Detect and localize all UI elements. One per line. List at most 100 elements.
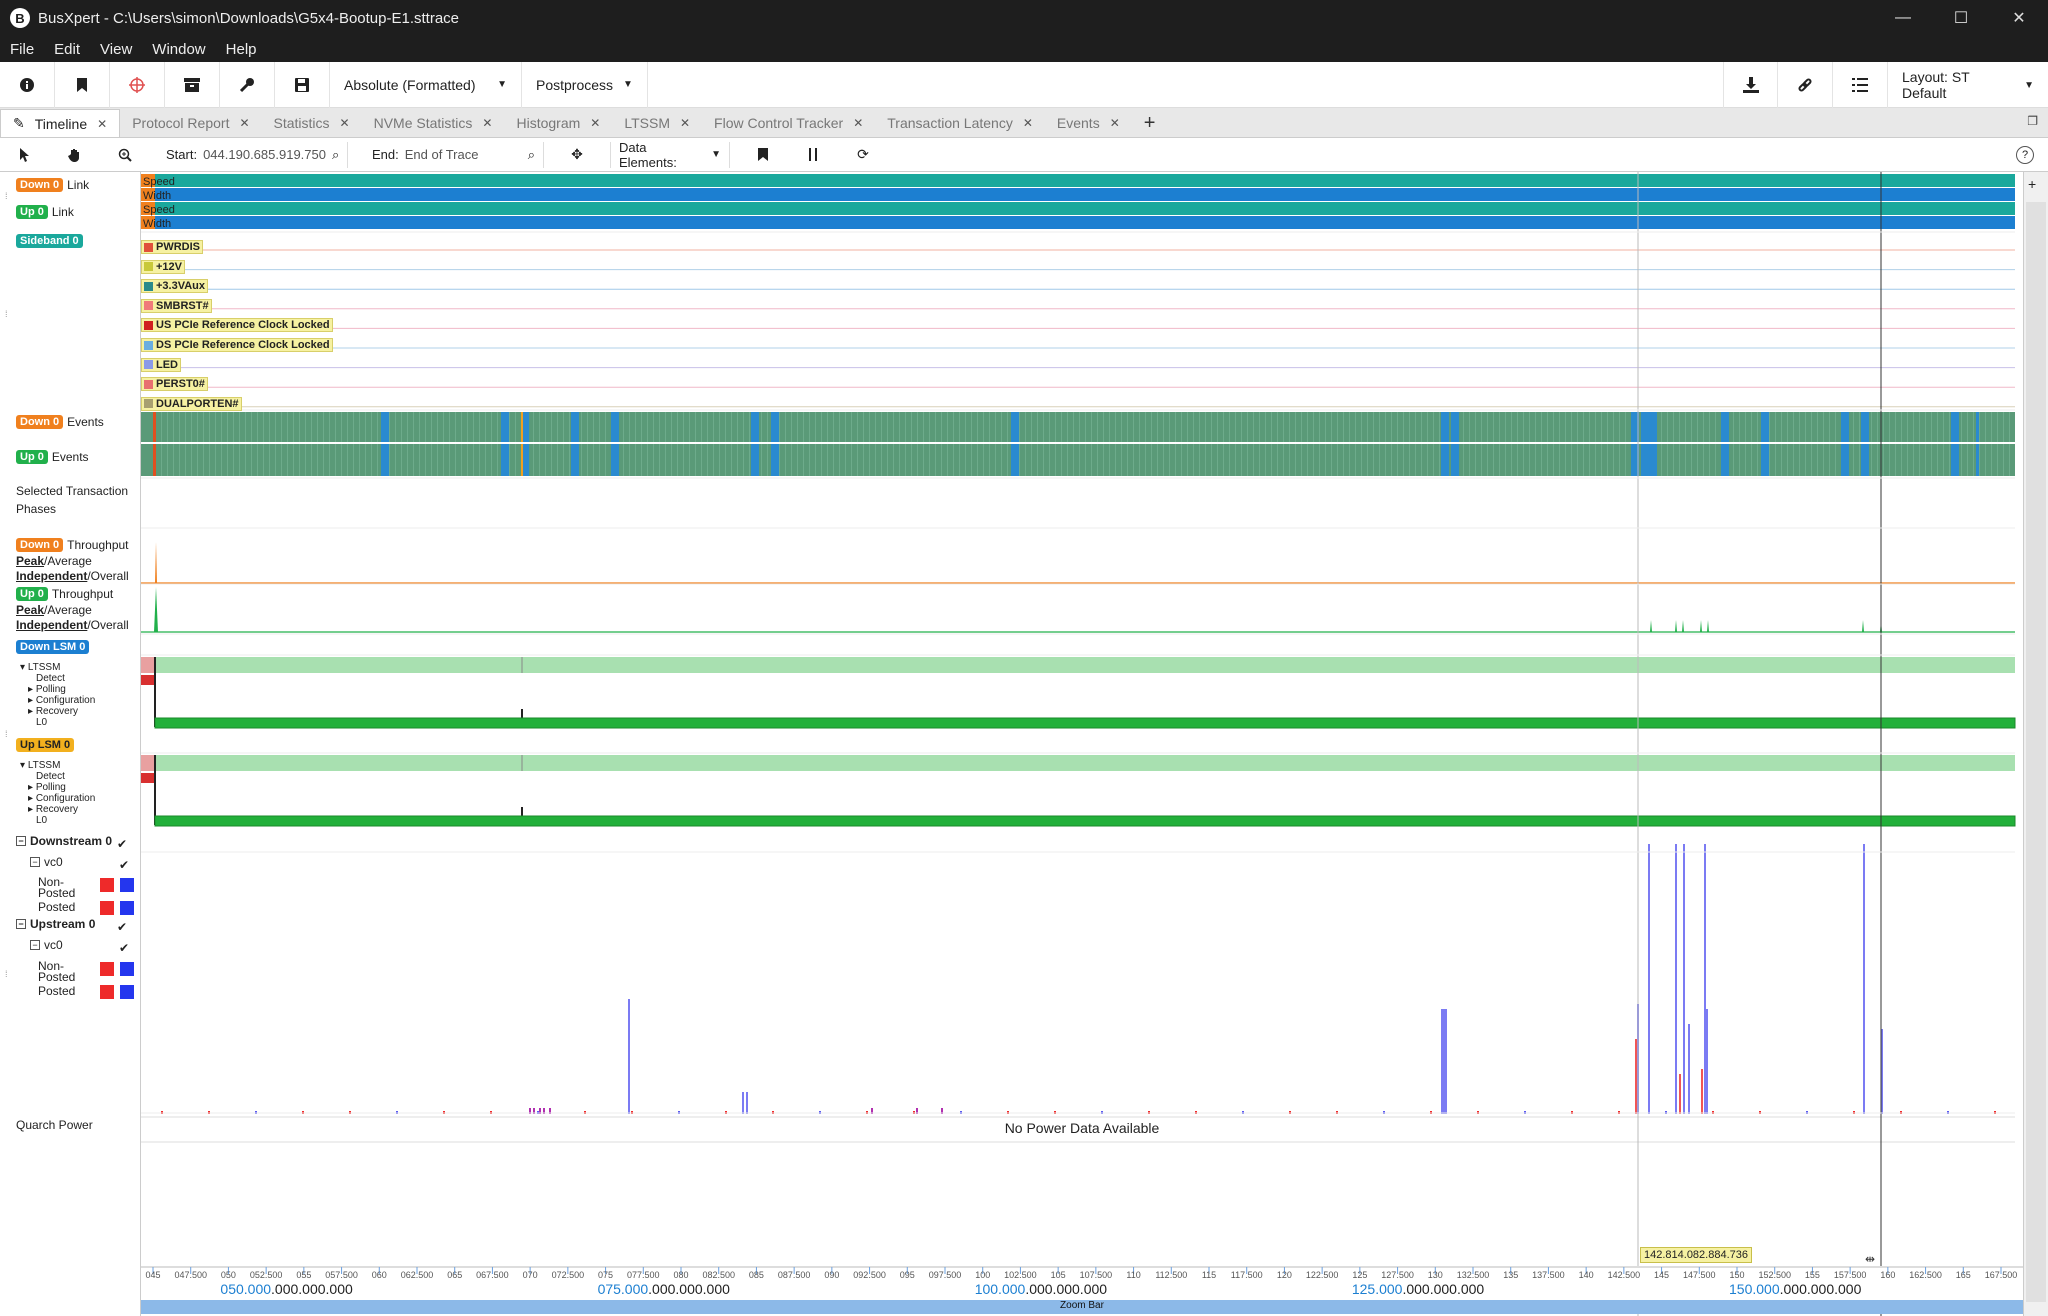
drag-handle-icon[interactable]: ⁞ bbox=[5, 730, 8, 739]
downstream-nonposted-red-swatch[interactable] bbox=[100, 878, 114, 892]
collapse-icon[interactable]: − bbox=[16, 836, 26, 846]
configuration-node[interactable]: ▸ Configuration bbox=[20, 793, 95, 804]
timeline-canvas[interactable]: Speed Width Speed Width ⇹ bbox=[141, 172, 2023, 1316]
close-button[interactable]: ✕ bbox=[1990, 0, 2048, 36]
ltssm-node[interactable]: ▾ LTSSM bbox=[20, 662, 95, 673]
bookmark-icon[interactable] bbox=[55, 61, 110, 108]
downstream-posted-blue-swatch[interactable] bbox=[120, 901, 134, 915]
upstream-group[interactable]: − Upstream 0 bbox=[16, 917, 95, 931]
downstream-vc0[interactable]: − vc0 bbox=[30, 855, 63, 869]
pause-icon[interactable] bbox=[788, 148, 838, 161]
independent-toggle[interactable]: Independent bbox=[16, 569, 87, 583]
configuration-node[interactable]: ▸ Configuration bbox=[20, 695, 95, 706]
independent-toggle[interactable]: Independent bbox=[16, 618, 87, 632]
upstream-vc0[interactable]: − vc0 bbox=[30, 938, 63, 952]
add-row-icon[interactable]: + bbox=[2028, 176, 2036, 192]
close-icon[interactable]: ✕ bbox=[482, 116, 492, 130]
polling-node[interactable]: ▸ Polling bbox=[20, 782, 95, 793]
minimize-button[interactable]: — bbox=[1874, 0, 1932, 36]
tab-events[interactable]: Events ✕ bbox=[1045, 109, 1132, 137]
restore-window-icon[interactable]: ❐ bbox=[2027, 114, 2038, 128]
tab-statistics[interactable]: Statistics ✕ bbox=[262, 109, 362, 137]
close-icon[interactable]: ✕ bbox=[590, 116, 600, 130]
down-peak-average[interactable]: Peak/Average bbox=[16, 554, 92, 568]
close-icon[interactable]: ✕ bbox=[853, 116, 863, 130]
save-icon[interactable] bbox=[275, 61, 330, 108]
recovery-node[interactable]: ▸ Recovery bbox=[20, 804, 95, 815]
layout-dropdown[interactable]: Layout: ST Default ▼ bbox=[1888, 62, 2048, 108]
menu-edit[interactable]: Edit bbox=[44, 41, 90, 58]
bookmark-icon[interactable] bbox=[738, 148, 788, 161]
collapse-icon[interactable]: − bbox=[16, 919, 26, 929]
archive-icon[interactable] bbox=[165, 61, 220, 108]
upstream-posted-blue-swatch[interactable] bbox=[120, 985, 134, 999]
sideband-signal-label[interactable]: DUALPORTEN# bbox=[141, 396, 242, 411]
menu-file[interactable]: File bbox=[0, 41, 44, 58]
info-icon[interactable] bbox=[0, 61, 55, 108]
close-icon[interactable]: ✕ bbox=[1110, 116, 1120, 130]
downstream-checkbox[interactable]: ✔ bbox=[116, 837, 128, 851]
upstream-checkbox[interactable]: ✔ bbox=[116, 920, 128, 934]
downstream-group[interactable]: − Downstream 0 bbox=[16, 834, 112, 848]
postprocess-dropdown[interactable]: Postprocess ▼ bbox=[522, 61, 648, 108]
pointer-icon[interactable] bbox=[0, 147, 50, 162]
tab-ltssm[interactable]: LTSSM ✕ bbox=[612, 109, 702, 137]
tab-transaction-latency[interactable]: Transaction Latency ✕ bbox=[875, 109, 1045, 137]
download-icon[interactable] bbox=[1723, 62, 1778, 108]
ltssm-node[interactable]: ▾ LTSSM bbox=[20, 760, 95, 771]
peak-toggle[interactable]: Peak bbox=[16, 554, 44, 568]
maximize-button[interactable]: ☐ bbox=[1932, 0, 1990, 36]
scroll-thumb[interactable] bbox=[2026, 202, 2046, 1302]
peak-toggle[interactable]: Peak bbox=[16, 603, 44, 617]
help-button[interactable]: ? bbox=[2016, 146, 2034, 164]
sideband-signal-label[interactable]: DS PCIe Reference Clock Locked bbox=[141, 338, 333, 352]
close-icon[interactable]: ✕ bbox=[239, 116, 249, 130]
upstream-nonposted-blue-swatch[interactable] bbox=[120, 962, 134, 976]
drag-handle-icon[interactable]: ⁞ bbox=[5, 310, 8, 319]
close-icon[interactable]: ✕ bbox=[1023, 116, 1033, 130]
menu-help[interactable]: Help bbox=[216, 41, 267, 58]
upstream-nonposted-red-swatch[interactable] bbox=[100, 962, 114, 976]
move-icon[interactable]: ✥ bbox=[552, 146, 602, 163]
tab-timeline[interactable]: ✎ Timeline ✕ bbox=[0, 109, 121, 137]
vertical-scrollbar[interactable]: + bbox=[2023, 172, 2048, 1316]
tab-flow-control-tracker[interactable]: Flow Control Tracker ✕ bbox=[702, 109, 875, 137]
add-tab-button[interactable]: + bbox=[1132, 109, 1168, 137]
drag-handle-icon[interactable]: ⁞ bbox=[5, 970, 8, 979]
downstream-vc0-checkbox[interactable]: ✔ bbox=[118, 858, 130, 872]
sideband-signal-label[interactable]: LED bbox=[141, 357, 181, 372]
crosshair-icon[interactable] bbox=[110, 61, 165, 108]
down-independent-overall[interactable]: Independent/Overall bbox=[16, 569, 129, 583]
time-format-dropdown[interactable]: Absolute (Formatted) ▼ bbox=[330, 61, 522, 108]
wrench-icon[interactable] bbox=[220, 61, 275, 108]
list-icon[interactable] bbox=[1833, 62, 1888, 108]
sideband-signal-label[interactable]: PERST0# bbox=[141, 377, 208, 392]
upstream-vc0-checkbox[interactable]: ✔ bbox=[118, 941, 130, 955]
polling-node[interactable]: ▸ Polling bbox=[20, 684, 95, 695]
zoom-icon[interactable] bbox=[100, 148, 150, 162]
timeline-plot-area[interactable]: Speed Width Speed Width ⇹ PWRDIS +12V +3.3VAux… bbox=[141, 172, 2023, 1316]
refresh-icon[interactable]: ⟳ bbox=[838, 146, 888, 163]
up-peak-average[interactable]: Peak/Average bbox=[16, 603, 92, 617]
tab-histogram[interactable]: Histogram ✕ bbox=[504, 109, 612, 137]
upstream-posted-red-swatch[interactable] bbox=[100, 985, 114, 999]
tab-nvme-statistics[interactable]: NVMe Statistics ✕ bbox=[362, 109, 505, 137]
downstream-posted-red-swatch[interactable] bbox=[100, 901, 114, 915]
downstream-nonposted-blue-swatch[interactable] bbox=[120, 878, 134, 892]
sideband-signal-label[interactable]: PWRDIS bbox=[141, 240, 203, 254]
sideband-signal-label[interactable]: SMBRST# bbox=[141, 298, 212, 313]
close-icon[interactable]: ✕ bbox=[97, 117, 107, 131]
collapse-icon[interactable]: − bbox=[30, 940, 40, 950]
menu-view[interactable]: View bbox=[90, 41, 142, 58]
end-time-field[interactable]: End: End of Trace ⌕ bbox=[364, 141, 544, 168]
menu-window[interactable]: Window bbox=[142, 41, 215, 58]
close-icon[interactable]: ✕ bbox=[680, 116, 690, 130]
sideband-signal-label[interactable]: +3.3VAux bbox=[141, 279, 209, 294]
drag-handle-icon[interactable]: ⁞ bbox=[5, 192, 8, 201]
collapse-icon[interactable]: − bbox=[30, 857, 40, 867]
sideband-signal-label[interactable]: US PCIe Reference Clock Locked bbox=[141, 318, 333, 333]
zoom-bar[interactable]: Zoom Bar bbox=[141, 1300, 2023, 1314]
sideband-signal-label[interactable]: +12V bbox=[141, 259, 185, 274]
start-time-field[interactable]: Start: 044.190.685.919.750 ⌕ bbox=[158, 141, 348, 168]
up-independent-overall[interactable]: Independent/Overall bbox=[16, 618, 129, 632]
